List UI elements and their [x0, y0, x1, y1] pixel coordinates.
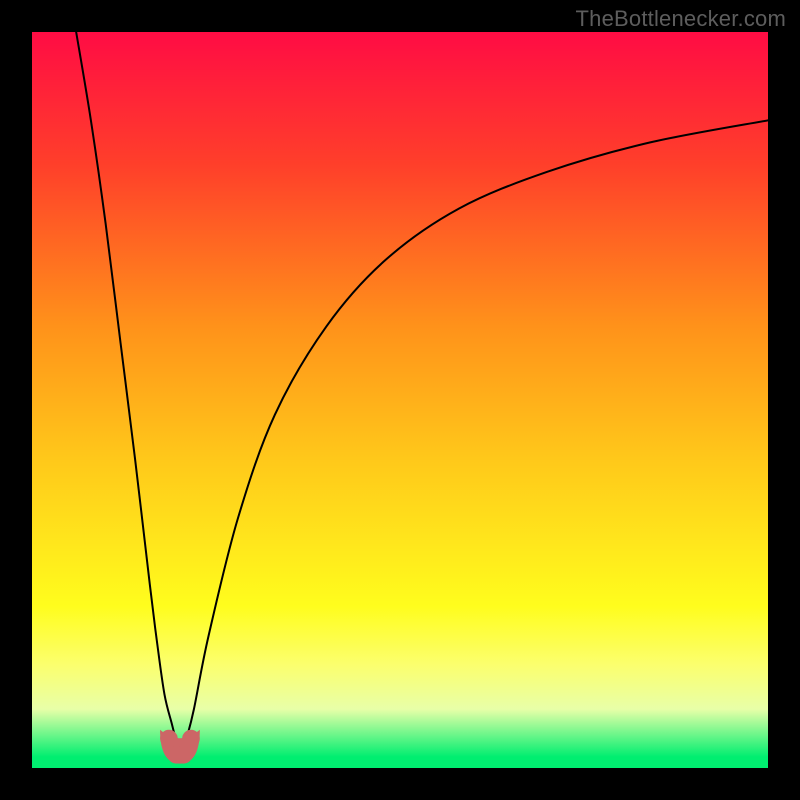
marker-dot	[160, 730, 178, 748]
watermark-text: TheBottlenecker.com	[576, 6, 786, 32]
gradient-background	[32, 32, 768, 768]
chart-frame: TheBottlenecker.com	[0, 0, 800, 800]
plot-svg	[32, 32, 768, 768]
marker-dot	[182, 730, 200, 748]
marker-dot	[175, 746, 193, 764]
plot-area	[32, 32, 768, 768]
